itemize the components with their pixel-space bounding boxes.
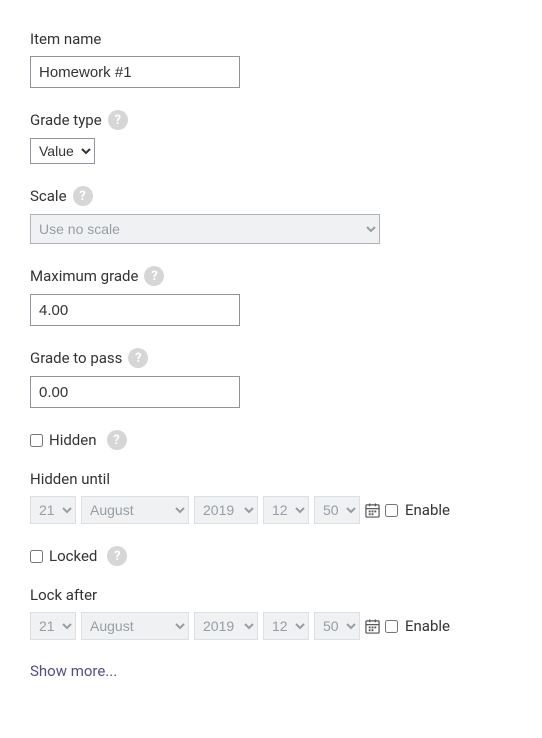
help-icon[interactable]: ? (107, 430, 127, 450)
help-icon[interactable]: ? (144, 266, 164, 286)
lock-after-month-select: August (81, 612, 189, 640)
scale-label: Scale ? (30, 186, 512, 206)
hidden-until-hour-select: 12 (263, 496, 309, 524)
item-name-label-text: Item name (30, 30, 101, 48)
hidden-until-day-select: 21 (30, 496, 76, 524)
hidden-until-enable-checkbox[interactable] (385, 504, 398, 517)
item-name-input[interactable] (30, 56, 240, 88)
hidden-until-minute-select: 50 (314, 496, 360, 524)
lock-after-hour-select: 12 (263, 612, 309, 640)
grade-to-pass-label: Grade to pass ? (30, 348, 512, 368)
calendar-icon[interactable] (365, 503, 380, 518)
grade-type-label-text: Grade type (30, 111, 102, 129)
grade-to-pass-input[interactable] (30, 376, 240, 408)
hidden-checkbox[interactable] (30, 434, 43, 447)
grade-to-pass-label-text: Grade to pass (30, 349, 122, 367)
item-name-label: Item name (30, 30, 512, 48)
grade-type-select[interactable]: Value (30, 138, 95, 164)
scale-label-text: Scale (30, 187, 67, 205)
help-icon[interactable]: ? (107, 546, 127, 566)
lock-after-enable-checkbox[interactable] (385, 620, 398, 633)
hidden-until-month-select: August (81, 496, 189, 524)
lock-after-label-text: Lock after (30, 586, 97, 604)
max-grade-label-text: Maximum grade (30, 267, 138, 285)
hidden-until-enable-label: Enable (405, 501, 450, 519)
help-icon[interactable]: ? (73, 186, 93, 206)
lock-after-day-select: 21 (30, 612, 76, 640)
grade-type-label: Grade type ? (30, 110, 512, 130)
lock-after-enable-label: Enable (405, 617, 450, 635)
hidden-until-label-text: Hidden until (30, 470, 110, 488)
lock-after-label: Lock after (30, 586, 512, 604)
locked-label: Locked (49, 547, 97, 565)
locked-checkbox[interactable] (30, 550, 43, 563)
help-icon[interactable]: ? (128, 348, 148, 368)
hidden-until-label: Hidden until (30, 470, 512, 488)
lock-after-year-select: 2019 (194, 612, 258, 640)
help-icon[interactable]: ? (108, 110, 128, 130)
max-grade-input[interactable] (30, 294, 240, 326)
lock-after-minute-select: 50 (314, 612, 360, 640)
calendar-icon[interactable] (365, 619, 380, 634)
hidden-until-year-select: 2019 (194, 496, 258, 524)
scale-select: Use no scale (30, 214, 380, 244)
hidden-label: Hidden (49, 431, 97, 449)
max-grade-label: Maximum grade ? (30, 266, 512, 286)
show-more-link[interactable]: Show more... (30, 662, 512, 680)
